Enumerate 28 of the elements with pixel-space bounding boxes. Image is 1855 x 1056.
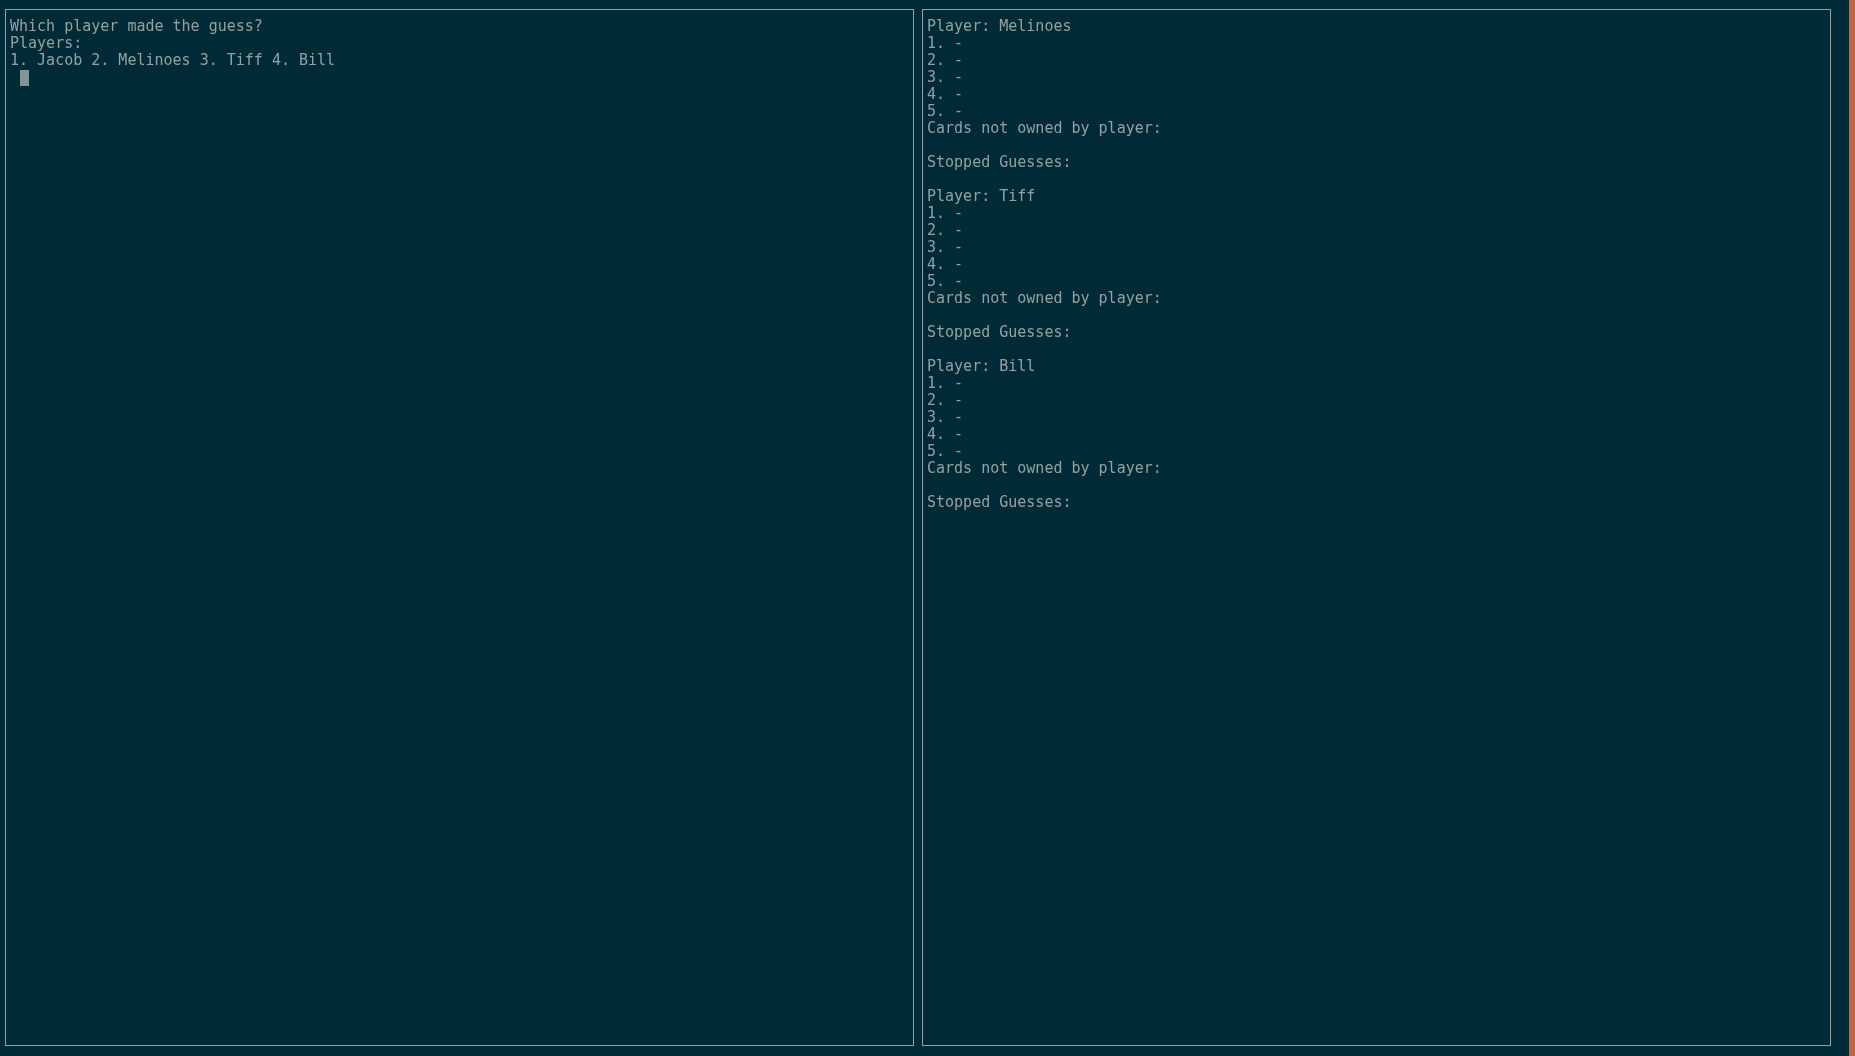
player-header: Player: Melinoes: [927, 18, 1072, 35]
card-slot: 3. -: [927, 69, 964, 86]
card-slot: 2. -: [927, 392, 964, 409]
terminal-text: Players:: [10, 35, 83, 52]
text-cursor: [20, 70, 29, 86]
card-slot: 5. -: [927, 443, 964, 460]
stopped-guesses-label: Stopped Guesses:: [927, 324, 1072, 341]
card-slot: 1. -: [927, 205, 964, 222]
card-slot: 3. -: [927, 409, 964, 426]
player-header: Player: Bill: [927, 358, 1036, 375]
player-header: Player: Tiff: [927, 188, 1036, 205]
card-slot: 4. -: [927, 86, 964, 103]
terminal-text: 1. Jacob 2. Melinoes 3. Tiff 4. Bill: [10, 52, 336, 69]
stopped-guesses-label: Stopped Guesses:: [927, 154, 1072, 171]
stopped-guesses-label: Stopped Guesses:: [927, 494, 1072, 511]
card-slot: 4. -: [927, 256, 964, 273]
card-slot: 1. -: [927, 375, 964, 392]
card-slot: 1. -: [927, 35, 964, 52]
card-slot: 4. -: [927, 426, 964, 443]
card-slot: 5. -: [927, 103, 964, 120]
card-slot: 5. -: [927, 273, 964, 290]
terminal-text: Which player made the guess?: [10, 18, 263, 35]
card-slot: 3. -: [927, 239, 964, 256]
card-slot: 2. -: [927, 52, 964, 69]
cards-not-owned-label: Cards not owned by player:: [927, 290, 1162, 307]
cards-not-owned-label: Cards not owned by player:: [927, 460, 1162, 477]
cards-not-owned-label: Cards not owned by player:: [927, 120, 1162, 137]
card-slot: 2. -: [927, 222, 964, 239]
